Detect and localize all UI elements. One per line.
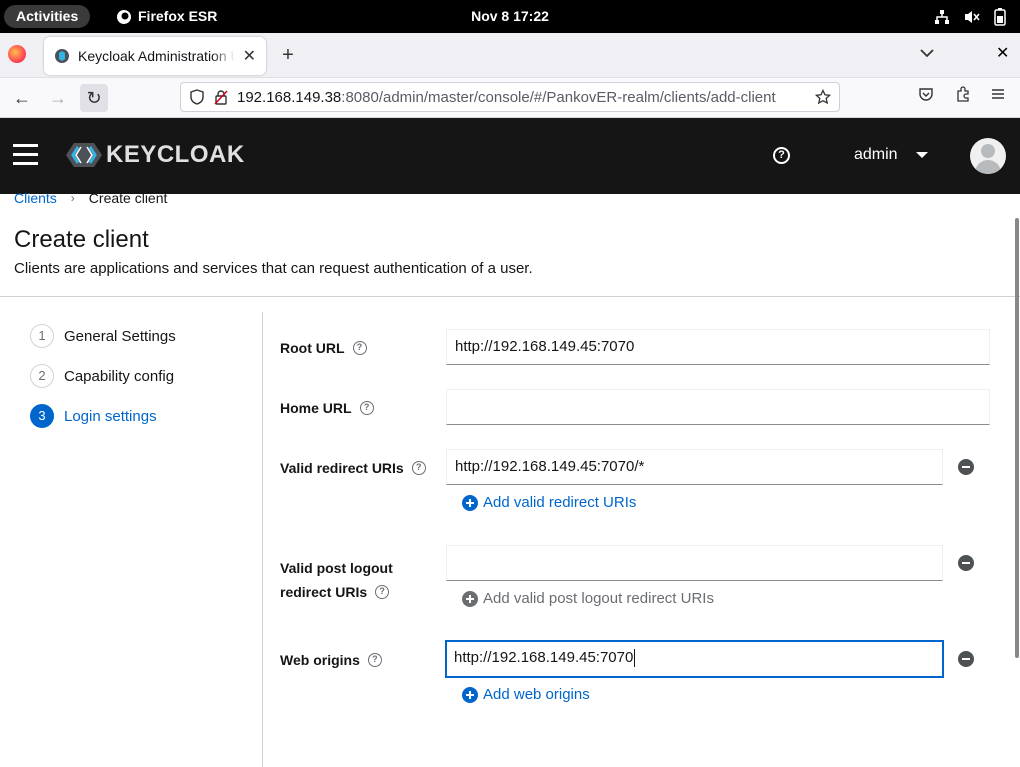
tab-close-icon[interactable]: ✕	[243, 46, 256, 66]
web-origins-label-text: Web origins	[280, 652, 360, 668]
wizard-step-login-settings[interactable]: 3 Login settings	[30, 404, 157, 428]
step-label: Capability config	[64, 367, 175, 385]
home-url-label-text: Home URL	[280, 400, 352, 416]
add-redirect-uri-button[interactable]: Add valid redirect URIs	[462, 494, 636, 511]
help-icon[interactable]: ?	[411, 461, 426, 475]
add-post-logout-uri-label: Add valid post logout redirect URIs	[483, 590, 714, 607]
text-cursor	[634, 649, 636, 668]
breadcrumb-current: Create client	[88, 190, 168, 206]
window-close-icon[interactable]: ✕	[996, 43, 1009, 63]
add-redirect-uri-label: Add valid redirect URIs	[483, 494, 637, 511]
bookmark-star-icon[interactable]	[815, 89, 831, 105]
pocket-icon[interactable]	[918, 86, 934, 107]
extensions-icon[interactable]	[955, 86, 971, 107]
back-icon[interactable]: ←	[8, 84, 36, 112]
insecure-lock-icon[interactable]	[213, 89, 229, 105]
logo-text: KEYCLOAK	[106, 141, 245, 168]
username: admin	[854, 146, 898, 163]
page-scrollbar[interactable]	[1015, 218, 1019, 658]
root-url-label: Root URL ?	[280, 340, 367, 356]
remove-redirect-uri-icon[interactable]	[958, 459, 974, 475]
redirect-uris-label: Valid redirect URIs ?	[280, 460, 426, 476]
url-path: :8080/admin/master/console/#/PankovER-re…	[341, 88, 776, 106]
add-web-origins-label: Add web origins	[483, 686, 590, 703]
breadcrumb-clients-link[interactable]: Clients	[14, 190, 57, 206]
home-url-label: Home URL ?	[280, 400, 374, 416]
new-tab-button[interactable]: +	[278, 42, 298, 68]
wizard-step-general-settings[interactable]: 1 General Settings	[30, 324, 176, 348]
home-url-input[interactable]	[446, 389, 990, 425]
root-url-input[interactable]: http://192.168.149.45:7070	[446, 329, 990, 365]
tab-strip: Keycloak Administration UI ✕ + ✕	[0, 33, 1020, 78]
step-label: General Settings	[64, 327, 176, 345]
web-origins-input[interactable]: http://192.168.149.45:7070	[445, 640, 944, 678]
post-logout-label-line1: Valid post logout	[280, 560, 393, 576]
plus-circle-icon	[462, 494, 478, 511]
plus-circle-icon	[462, 686, 478, 703]
clock[interactable]: Nov 8 17:22	[0, 0, 1020, 33]
keycloak-logo-icon	[66, 143, 102, 167]
redirect-uri-input[interactable]: http://192.168.149.45:7070/*	[446, 449, 943, 485]
breadcrumb: Clients › Create client	[14, 190, 167, 206]
user-dropdown[interactable]: admin	[854, 146, 928, 164]
battery-icon	[994, 7, 1006, 26]
wizard-step-capability-config[interactable]: 2 Capability config	[30, 364, 174, 388]
url-bar[interactable]: 192.168.149.38:8080/admin/master/console…	[180, 82, 840, 112]
web-origins-value: http://192.168.149.45:7070	[454, 649, 634, 666]
root-url-label-text: Root URL	[280, 340, 345, 356]
plus-circle-icon	[462, 590, 478, 607]
help-icon[interactable]: ?	[359, 401, 374, 415]
list-all-tabs-icon[interactable]	[920, 45, 934, 61]
app-menu-icon[interactable]	[990, 86, 1006, 107]
post-logout-label: Valid post logout redirect URIs ?	[280, 556, 393, 604]
url-text: 192.168.149.38:8080/admin/master/console…	[237, 89, 807, 106]
add-web-origins-button[interactable]: Add web origins	[462, 686, 590, 703]
help-icon[interactable]: ?	[773, 147, 790, 164]
page-title: Create client	[14, 226, 149, 253]
caret-down-icon	[915, 152, 928, 158]
remove-web-origin-icon[interactable]	[958, 651, 974, 667]
reload-icon[interactable]: ↻	[80, 84, 108, 112]
remove-post-logout-uri-icon[interactable]	[958, 555, 974, 571]
main-content: Clients › Create client Create client Cl…	[0, 190, 1020, 767]
breadcrumb-separator-icon: ›	[70, 191, 75, 205]
add-post-logout-uri-button[interactable]: Add valid post logout redirect URIs	[462, 590, 714, 607]
keycloak-favicon-icon	[55, 49, 69, 63]
network-icon	[935, 9, 949, 24]
wizard-nav: 1 General Settings 2 Capability config 3…	[0, 312, 263, 767]
url-host: 192.168.149.38	[237, 88, 342, 106]
firefox-view-icon[interactable]	[8, 45, 26, 63]
help-icon[interactable]: ?	[367, 653, 382, 667]
keycloak-header: KEYCLOAK ? admin	[0, 118, 1020, 194]
web-origins-label: Web origins ?	[280, 652, 382, 668]
system-top-bar: Activities Firefox ESR Nov 8 17:22	[0, 0, 1020, 33]
login-settings-form: Root URL ? http://192.168.149.45:7070 Ho…	[264, 312, 1004, 767]
page-description: Clients are applications and services th…	[14, 260, 533, 277]
step-number: 1	[30, 324, 54, 348]
step-number: 2	[30, 364, 54, 388]
divider	[0, 296, 1020, 297]
step-number: 3	[30, 404, 54, 428]
keycloak-logo[interactable]: KEYCLOAK	[66, 140, 245, 170]
tab-title: Keycloak Administration UI	[78, 48, 235, 64]
post-logout-label-line2: redirect URIs	[280, 584, 368, 600]
forward-icon[interactable]: →	[44, 84, 72, 112]
help-icon[interactable]: ?	[352, 341, 367, 355]
tab-keycloak[interactable]: Keycloak Administration UI ✕	[44, 37, 266, 75]
avatar[interactable]	[970, 138, 1006, 174]
hamburger-menu-icon[interactable]	[13, 144, 38, 166]
step-label: Login settings	[64, 407, 157, 425]
help-icon[interactable]: ?	[375, 585, 390, 599]
navigation-toolbar: ← → ↻ 192.168.149.38:8080/admin/master/c…	[0, 78, 1020, 118]
post-logout-uri-input[interactable]	[446, 545, 943, 581]
tracking-protection-icon[interactable]	[189, 89, 205, 105]
volume-muted-icon	[965, 10, 980, 23]
system-tray[interactable]	[934, 0, 1006, 33]
redirect-uris-label-text: Valid redirect URIs	[280, 460, 404, 476]
